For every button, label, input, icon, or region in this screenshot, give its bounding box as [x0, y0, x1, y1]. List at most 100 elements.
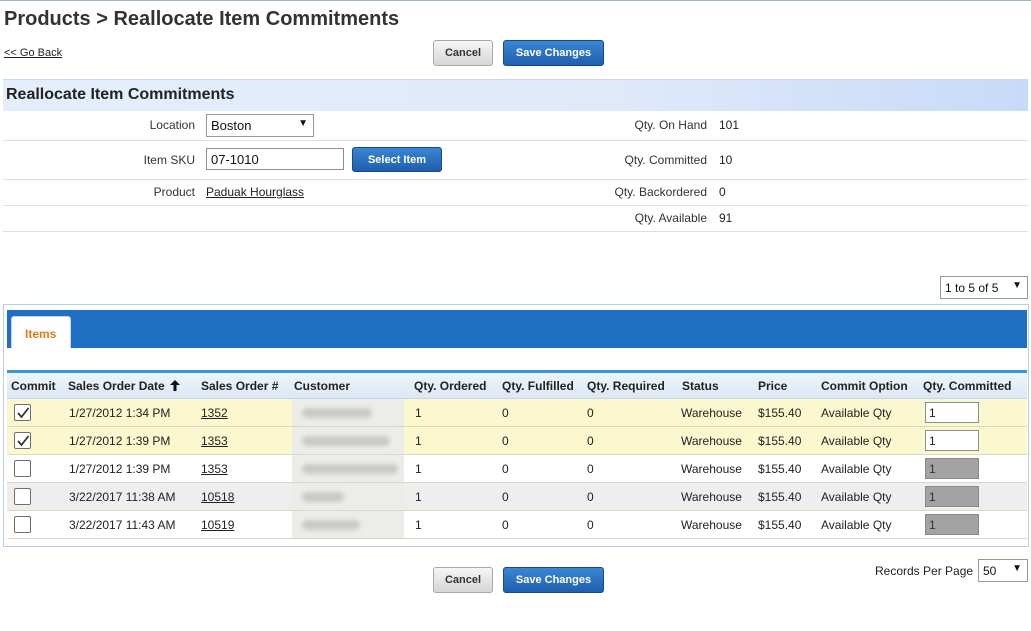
- qty-fulfilled: 0: [502, 518, 509, 532]
- items-grid: Items Commit Sales Order Date Sales Orde…: [3, 304, 1029, 547]
- col-sales-order-number[interactable]: Sales Order #: [201, 379, 278, 393]
- status: Warehouse: [681, 490, 742, 504]
- qty-fulfilled: 0: [502, 406, 509, 420]
- commit-option: Available Qty: [821, 462, 892, 476]
- sales-order-date: 1/27/2012 1:34 PM: [69, 406, 171, 420]
- records-per-page-select[interactable]: 50 ▼: [978, 559, 1028, 582]
- cancel-button-top[interactable]: Cancel: [433, 40, 493, 66]
- qty-fulfilled: 0: [502, 434, 509, 448]
- go-back-link[interactable]: << Go Back: [4, 47, 62, 59]
- col-sales-order-date[interactable]: Sales Order Date: [68, 379, 181, 393]
- sales-order-link[interactable]: 10519: [201, 518, 234, 532]
- price: $155.40: [758, 434, 802, 448]
- col-commit-option[interactable]: Commit Option: [821, 379, 908, 393]
- customer-redacted: [292, 399, 404, 426]
- item-sku-label: Item SKU: [143, 153, 195, 167]
- qty-backordered-value: 0: [719, 185, 726, 199]
- sales-order-link[interactable]: 1352: [201, 406, 228, 420]
- qty-committed-input[interactable]: 1: [925, 402, 979, 423]
- sales-order-link[interactable]: 10518: [201, 490, 234, 504]
- tab-items[interactable]: Items: [11, 316, 71, 348]
- customer-redacted: [292, 427, 404, 454]
- top-rule: [0, 0, 1031, 1]
- col-qty-committed[interactable]: Qty. Committed: [923, 379, 1011, 393]
- location-row: Location Boston ▼ Qty. On Hand 101: [3, 111, 1028, 141]
- qty-required: 0: [587, 462, 594, 476]
- qty-fulfilled: 0: [502, 490, 509, 504]
- col-status[interactable]: Status: [682, 379, 719, 393]
- commit-option: Available Qty: [821, 406, 892, 420]
- table-row: 1/27/2012 1:34 PM 1352 1 0 0 Warehouse $155.40…: [7, 399, 1027, 427]
- qty-required: 0: [587, 518, 594, 532]
- cancel-button-bottom[interactable]: Cancel: [433, 567, 493, 593]
- dropdown-arrow-icon: ▼: [298, 118, 308, 129]
- sku-row: Item SKU Select Item Qty. Committed 10: [3, 141, 1028, 180]
- col-qty-fulfilled[interactable]: Qty. Fulfilled: [502, 379, 574, 393]
- price: $155.40: [758, 518, 802, 532]
- customer-redacted: [292, 455, 404, 482]
- records-per-page-value: 50: [983, 564, 997, 578]
- qty-ordered: 1: [415, 518, 422, 532]
- arrow-up-icon: [170, 380, 181, 391]
- save-changes-button-bottom[interactable]: Save Changes: [503, 567, 604, 593]
- checkmark-icon: [17, 407, 30, 419]
- commit-checkbox[interactable]: [14, 460, 31, 477]
- price: $155.40: [758, 406, 802, 420]
- status: Warehouse: [681, 434, 742, 448]
- sales-order-date: 3/22/2017 11:38 AM: [69, 490, 176, 504]
- status: Warehouse: [681, 462, 742, 476]
- pager-select[interactable]: 1 to 5 of 5 ▼: [940, 276, 1028, 299]
- qty-ordered: 1: [415, 490, 422, 504]
- qty-fulfilled: 0: [502, 462, 509, 476]
- col-customer[interactable]: Customer: [294, 379, 350, 393]
- sales-order-link[interactable]: 1353: [201, 462, 228, 476]
- item-sku-input[interactable]: [206, 148, 344, 170]
- col-price[interactable]: Price: [758, 379, 787, 393]
- commit-checkbox[interactable]: [14, 488, 31, 505]
- col-qty-required[interactable]: Qty. Required: [587, 379, 665, 393]
- qty-required: 0: [587, 406, 594, 420]
- commit-checkbox[interactable]: [14, 432, 31, 449]
- sales-order-date: 3/22/2017 11:43 AM: [69, 518, 176, 532]
- qty-committed-input: 1: [925, 514, 979, 535]
- col-commit[interactable]: Commit: [11, 379, 56, 393]
- customer-redacted: [292, 511, 404, 538]
- sales-order-date: 1/27/2012 1:39 PM: [69, 434, 171, 448]
- qty-backordered-label: Qty. Backordered: [614, 185, 707, 199]
- qty-committed-input: 1: [925, 458, 979, 479]
- pager-range: 1 to 5 of 5: [945, 281, 999, 295]
- qty-ordered: 1: [415, 406, 422, 420]
- select-item-button[interactable]: Select Item: [352, 147, 442, 172]
- qty-ordered: 1: [415, 434, 422, 448]
- qty-available-value: 91: [719, 211, 733, 225]
- page-title: Products > Reallocate Item Commitments: [4, 8, 400, 30]
- commit-checkbox[interactable]: [14, 404, 31, 421]
- qty-committed-value: 10: [719, 153, 733, 167]
- section-title: Reallocate Item Commitments: [3, 79, 1028, 111]
- qty-required: 0: [587, 490, 594, 504]
- qty-committed-input[interactable]: 1: [925, 430, 979, 451]
- status: Warehouse: [681, 406, 742, 420]
- qty-committed-input: 1: [925, 486, 979, 507]
- qty-available-label: Qty. Available: [634, 211, 707, 225]
- qty-required: 0: [587, 434, 594, 448]
- product-link[interactable]: Paduak Hourglass: [206, 185, 304, 199]
- price: $155.40: [758, 490, 802, 504]
- sales-order-date: 1/27/2012 1:39 PM: [69, 462, 171, 476]
- customer-redacted: [292, 483, 404, 510]
- dropdown-arrow-icon: ▼: [1012, 563, 1022, 574]
- qty-ordered: 1: [415, 462, 422, 476]
- product-row: Product Paduak Hourglass Qty. Backordere…: [3, 180, 1028, 206]
- table-row: 1/27/2012 1:39 PM 1353 1 0 0 Warehouse $155.40…: [7, 427, 1027, 455]
- location-value: Boston: [211, 118, 252, 133]
- save-changes-button-top[interactable]: Save Changes: [503, 40, 604, 66]
- table-row: 1/27/2012 1:39 PM 1353 1 0 0 Warehouse $155.40…: [7, 455, 1027, 483]
- records-per-page-label: Records Per Page: [875, 564, 974, 578]
- product-label: Product: [153, 185, 195, 199]
- sales-order-link[interactable]: 1353: [201, 434, 228, 448]
- qty-on-hand-label: Qty. On Hand: [634, 118, 707, 132]
- status: Warehouse: [681, 518, 742, 532]
- commit-checkbox[interactable]: [14, 516, 31, 533]
- location-select[interactable]: Boston ▼: [206, 114, 314, 137]
- col-qty-ordered[interactable]: Qty. Ordered: [414, 379, 486, 393]
